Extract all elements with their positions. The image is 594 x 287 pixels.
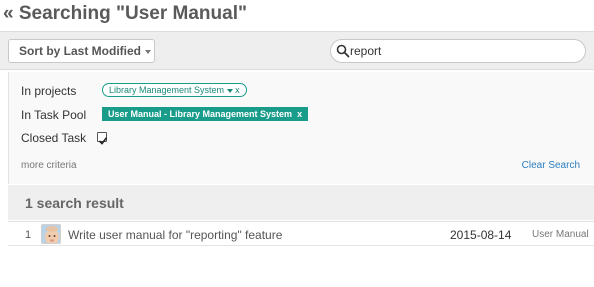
search-box[interactable] <box>330 39 586 63</box>
toolbar: Sort by Last Modified <box>0 31 594 70</box>
task-pool-label: User Manual <box>532 229 589 240</box>
remove-project-tag[interactable]: x <box>235 85 240 95</box>
closed-task-checkbox[interactable] <box>97 132 108 145</box>
task-title-link[interactable]: Write user manual for "reporting" featur… <box>68 228 282 242</box>
page-title: « Searching "User Manual" <box>3 3 247 24</box>
chevron-down-icon <box>145 49 152 54</box>
in-projects-label: In projects <box>21 84 77 98</box>
baby-avatar-icon <box>42 225 60 243</box>
search-icon <box>336 44 350 58</box>
search-input[interactable] <box>350 42 575 60</box>
in-task-pool-label: In Task Pool <box>21 108 87 122</box>
checkmark-icon <box>98 137 108 145</box>
clear-search-link[interactable]: Clear Search <box>522 160 580 171</box>
task-date: 2015-08-14 <box>450 228 512 242</box>
row-index: 1 <box>25 229 32 241</box>
remove-task-pool-tag[interactable]: x <box>297 109 302 119</box>
search-criteria-panel: In projects Library Management System x I… <box>8 72 594 184</box>
table-row[interactable]: 1 Write user manual for "reporting" feat… <box>8 221 594 246</box>
project-filter-tag[interactable]: Library Management System x <box>102 83 247 97</box>
results-count: 1 search result <box>25 195 124 211</box>
closed-task-label: Closed Task <box>21 131 87 145</box>
task-pool-filter-tag[interactable]: User Manual - Library Management System x <box>102 107 309 121</box>
sort-label: Sort by Last Modified <box>19 44 142 58</box>
project-tag-label: Library Management System <box>109 85 225 95</box>
chevron-down-icon[interactable] <box>227 88 234 93</box>
results-header: 1 search result <box>8 185 594 220</box>
sort-dropdown-button[interactable]: Sort by Last Modified <box>8 39 155 63</box>
task-pool-tag-label: User Manual - Library Management System <box>108 109 293 119</box>
more-criteria-link[interactable]: more criteria <box>21 160 77 171</box>
avatar <box>41 224 61 244</box>
